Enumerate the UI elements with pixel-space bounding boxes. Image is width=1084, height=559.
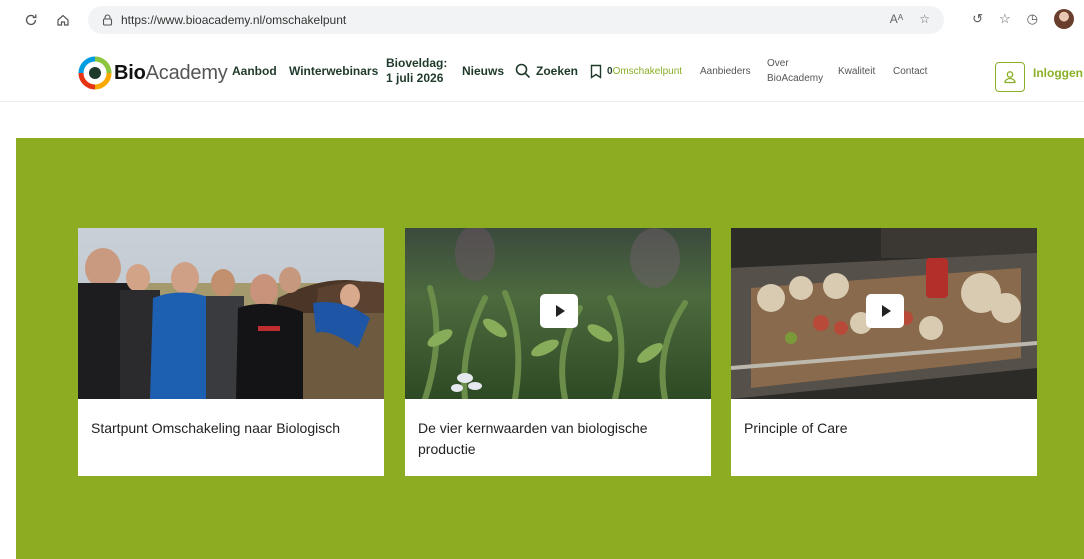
- profile-avatar[interactable]: [1054, 9, 1074, 29]
- nav-winterwebinars[interactable]: Winterwebinars: [289, 40, 378, 102]
- lock-icon: [102, 14, 113, 26]
- bioacademy-logo[interactable]: BioAcademy: [78, 56, 228, 90]
- play-button[interactable]: [866, 294, 904, 328]
- home-icon[interactable]: [52, 9, 74, 31]
- card-title: De vier kernwaarden van biologische prod…: [418, 420, 648, 457]
- user-icon: [1004, 71, 1016, 84]
- nav-bioveldag[interactable]: Bioveldag: 1 juli 2026: [386, 40, 447, 102]
- bookmark-icon: [590, 64, 602, 79]
- card-title: Principle of Care: [744, 420, 848, 436]
- card-image-farmers: [78, 228, 384, 399]
- favorite-star-icon[interactable]: ☆: [919, 12, 930, 26]
- nav-omschakelpunt[interactable]: 0 Omschakelpunt: [590, 40, 682, 102]
- play-icon: [882, 305, 891, 317]
- logo-mark-icon: [78, 56, 112, 90]
- card-principle-of-care[interactable]: Principle of Care: [731, 228, 1037, 476]
- play-button[interactable]: [540, 294, 578, 328]
- nav-zoeken[interactable]: Zoeken: [515, 40, 578, 102]
- url-text: https://www.bioacademy.nl/omschakelpunt: [121, 13, 347, 27]
- logo-text: BioAcademy: [114, 61, 228, 84]
- nav-over-bioacademy[interactable]: Over BioAcademy: [767, 40, 823, 102]
- nav-contact[interactable]: Contact: [893, 40, 927, 102]
- browser-toolbar: https://www.bioacademy.nl/omschakelpunt …: [0, 0, 1084, 40]
- site-header: BioAcademy Aanbod Winterwebinars Bioveld…: [0, 40, 1084, 102]
- nav-kwaliteit[interactable]: Kwaliteit: [838, 40, 875, 102]
- extensions-icon[interactable]: ↺: [972, 11, 983, 27]
- history-icon[interactable]: ◷: [1027, 11, 1038, 27]
- address-bar[interactable]: https://www.bioacademy.nl/omschakelpunt …: [88, 6, 944, 34]
- favorites-icon[interactable]: ☆: [999, 11, 1011, 27]
- nav-aanbieders[interactable]: Aanbieders: [700, 40, 751, 102]
- card-title: Startpunt Omschakeling naar Biologisch: [91, 420, 341, 436]
- login-link[interactable]: Inloggen: [1033, 66, 1083, 80]
- card-kernwaarden[interactable]: De vier kernwaarden van biologische prod…: [405, 228, 711, 476]
- nav-nieuws[interactable]: Nieuws: [462, 40, 504, 102]
- play-icon: [556, 305, 565, 317]
- read-aloud-icon[interactable]: Aᴬ: [890, 12, 903, 26]
- card-startpunt[interactable]: Startpunt Omschakeling naar Biologisch: [78, 228, 384, 476]
- reload-icon[interactable]: [20, 9, 42, 31]
- login-button[interactable]: [995, 62, 1025, 92]
- nav-aanbod[interactable]: Aanbod: [232, 40, 277, 102]
- search-icon: [515, 63, 531, 79]
